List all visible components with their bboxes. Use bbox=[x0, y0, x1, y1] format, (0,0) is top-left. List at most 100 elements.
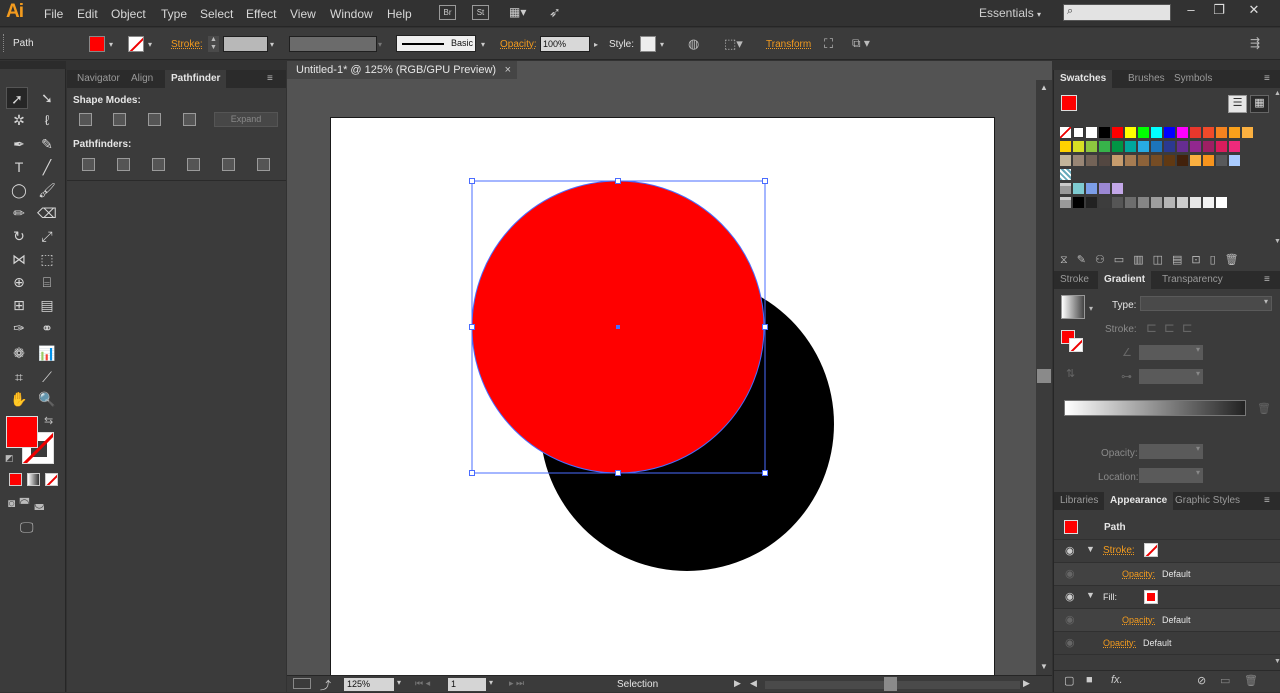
swatch[interactable] bbox=[1073, 141, 1084, 152]
swatch[interactable] bbox=[1177, 197, 1188, 208]
mesh-tool-icon[interactable]: ⊞ bbox=[8, 294, 30, 316]
panel-menu-icon[interactable]: ≡ bbox=[267, 73, 273, 84]
swatch[interactable] bbox=[1060, 197, 1071, 208]
swatch[interactable] bbox=[1099, 183, 1110, 194]
chevron-down-icon[interactable]: ▾ bbox=[378, 40, 387, 49]
tab-transparency[interactable]: Transparency bbox=[1156, 271, 1229, 289]
swatches-scrollbar[interactable] bbox=[1276, 70, 1280, 250]
stroke-indicator-small[interactable] bbox=[1069, 338, 1083, 352]
blend-tool-icon[interactable]: ⚭ bbox=[36, 317, 58, 339]
trim-icon[interactable] bbox=[117, 158, 130, 171]
column-graph-tool-icon[interactable]: 📊 bbox=[36, 342, 58, 364]
opacity-input[interactable]: 100% bbox=[540, 36, 590, 52]
width-tool-icon[interactable]: ⋈ bbox=[8, 248, 30, 270]
swatch[interactable] bbox=[1112, 127, 1123, 138]
workspace-switcher[interactable]: Essentials ▾ bbox=[979, 6, 1041, 20]
control-panel-menu-icon[interactable]: ⇶ bbox=[1250, 36, 1260, 50]
stroke-label[interactable]: Stroke: bbox=[171, 39, 203, 50]
eraser-tool-icon[interactable]: ⌫ bbox=[36, 202, 58, 224]
lasso-tool-icon[interactable]: ℓ bbox=[36, 109, 58, 131]
tab-swatches[interactable]: Swatches bbox=[1054, 70, 1113, 88]
swatch[interactable] bbox=[1073, 197, 1084, 208]
swatch[interactable] bbox=[1203, 197, 1214, 208]
swatch[interactable] bbox=[1216, 141, 1227, 152]
default-colors-icon[interactable]: ◩ bbox=[5, 453, 14, 464]
type-tool-icon[interactable]: T bbox=[8, 156, 30, 178]
intersect-icon[interactable] bbox=[148, 113, 161, 126]
last-artboard-icon[interactable]: ▸ ⏭ bbox=[509, 678, 524, 689]
reverse-gradient-icon[interactable]: ⇅ bbox=[1066, 367, 1075, 380]
swatch[interactable] bbox=[1125, 141, 1136, 152]
swatch[interactable] bbox=[1112, 197, 1123, 208]
visibility-eye-icon[interactable]: ◉ bbox=[1065, 544, 1075, 557]
menu-edit[interactable]: Edit bbox=[77, 7, 98, 21]
menu-select[interactable]: Select bbox=[200, 7, 233, 21]
share-icon[interactable]: ⤴ bbox=[320, 677, 331, 693]
add-new-effect-button[interactable]: fx. bbox=[1111, 674, 1123, 686]
swatch[interactable] bbox=[1086, 127, 1097, 138]
tab-pathfinder[interactable]: Pathfinder bbox=[165, 70, 227, 88]
graphic-style-swatch[interactable] bbox=[640, 36, 656, 52]
eyedropper-tool-icon[interactable]: ✑ bbox=[8, 317, 30, 339]
swatch[interactable] bbox=[1203, 127, 1214, 138]
fill-attr-label[interactable]: Fill: bbox=[1103, 592, 1117, 602]
swatch[interactable] bbox=[1216, 127, 1227, 138]
swatch[interactable] bbox=[1073, 155, 1084, 166]
variable-width-profile[interactable] bbox=[289, 36, 377, 52]
color-mode-icon[interactable] bbox=[9, 473, 22, 486]
swatch[interactable] bbox=[1203, 155, 1214, 166]
crop-icon[interactable] bbox=[187, 158, 200, 171]
ellipse-tool-icon[interactable]: ◯ bbox=[8, 179, 30, 201]
gradient-preview[interactable] bbox=[1061, 295, 1085, 319]
delete-stop-icon[interactable]: 🗑 bbox=[1257, 402, 1271, 415]
swatch[interactable] bbox=[1164, 127, 1175, 138]
fill-opacity-row[interactable]: ◉ Opacity: Default bbox=[1054, 609, 1280, 632]
swatch[interactable] bbox=[1177, 141, 1188, 152]
stroke-opacity-row[interactable]: ◉ Opacity: Default bbox=[1054, 563, 1280, 586]
swatch[interactable] bbox=[1138, 127, 1149, 138]
swatch[interactable] bbox=[1151, 141, 1162, 152]
swatch[interactable] bbox=[1151, 127, 1162, 138]
aspect-ratio-input[interactable]: ▾ bbox=[1139, 369, 1203, 384]
object-opacity-row[interactable]: ◉ Opacity: Default bbox=[1054, 632, 1280, 655]
stroke-attr-swatch[interactable] bbox=[1144, 543, 1158, 557]
pencil-tool-icon[interactable]: ✏ bbox=[8, 202, 30, 224]
h-scroll-thumb[interactable] bbox=[884, 677, 897, 691]
fill-attr-swatch[interactable] bbox=[1144, 590, 1158, 604]
first-artboard-icon[interactable]: ⏮ ◂ bbox=[415, 678, 430, 689]
swatch[interactable] bbox=[1216, 197, 1227, 208]
menu-type[interactable]: Type bbox=[161, 7, 187, 21]
divide-icon[interactable] bbox=[82, 158, 95, 171]
swatches-footer-icons[interactable]: ⧖✎⚇▭▥◫▤⊡▯🗑 bbox=[1060, 253, 1248, 267]
menu-help[interactable]: Help bbox=[387, 7, 412, 21]
swatch[interactable] bbox=[1125, 197, 1136, 208]
arrange-icon[interactable]: ⧉ ▾ bbox=[852, 36, 870, 51]
stroke-opacity-label[interactable]: Opacity: bbox=[1122, 569, 1155, 579]
fill-opacity-label[interactable]: Opacity: bbox=[1122, 615, 1155, 625]
hand-tool-icon[interactable]: ✋ bbox=[8, 388, 30, 410]
chevron-right-icon[interactable]: ▸ bbox=[594, 40, 603, 49]
list-view-icon[interactable]: ☰ bbox=[1228, 95, 1247, 113]
swatch[interactable] bbox=[1177, 127, 1188, 138]
menu-object[interactable]: Object bbox=[111, 7, 146, 21]
delete-item-icon[interactable]: 🗑 bbox=[1244, 674, 1258, 687]
swatch[interactable] bbox=[1099, 197, 1110, 208]
swatch[interactable] bbox=[1242, 127, 1253, 138]
fill-attribute-row[interactable]: ◉ ▼ Fill: bbox=[1054, 586, 1280, 609]
stroke-attr-label[interactable]: Stroke: bbox=[1103, 545, 1135, 556]
swatch[interactable] bbox=[1060, 183, 1071, 194]
angle-input[interactable]: ▾ bbox=[1139, 345, 1203, 360]
swatch[interactable] bbox=[1190, 197, 1201, 208]
swap-fill-stroke-icon[interactable]: ⇆ bbox=[44, 414, 53, 427]
close-button[interactable]: ✕ bbox=[1243, 2, 1265, 18]
screen-mode-icon[interactable]: 🖵 bbox=[20, 519, 34, 536]
line-tool-icon[interactable]: ╱ bbox=[36, 156, 58, 178]
minus-front-icon[interactable] bbox=[113, 113, 126, 126]
unite-icon[interactable] bbox=[79, 113, 92, 126]
expand-button[interactable]: Expand bbox=[214, 112, 278, 127]
swatch[interactable] bbox=[1229, 141, 1240, 152]
add-new-fill-icon[interactable]: ■ bbox=[1086, 674, 1093, 686]
menu-view[interactable]: View bbox=[290, 7, 316, 21]
chevron-down-icon[interactable]: ▾ bbox=[481, 40, 490, 49]
swatch[interactable] bbox=[1086, 155, 1097, 166]
